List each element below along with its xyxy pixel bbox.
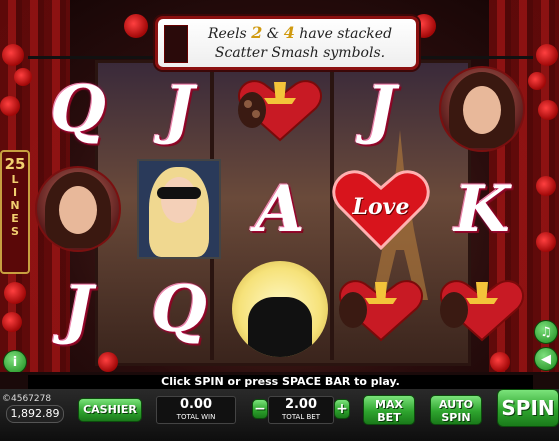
banner-text: Reels 2 & 4 have stacked Scatter Smash s… [192,23,408,63]
cashier-button[interactable]: CASHIER [78,398,142,422]
reel5-row1-symbol [432,60,532,158]
reel3-row2-symbol: A [230,160,330,258]
max-bet-label: BET [377,411,401,424]
banner-word: Reels [207,26,247,42]
symbol-q: Q [50,71,106,147]
rose-decoration [4,282,26,304]
bet-increase-button[interactable]: + [334,399,350,419]
account-id: ©4567278 [2,394,52,404]
total-bet-value: 2.00 [284,397,318,412]
balance-display: 1,892.89 [6,405,64,423]
reel-grid: Q J J A Love K J Q [28,60,533,360]
reel4-row1-symbol: J [331,60,431,158]
rose-decoration [536,232,556,252]
chocolate-heart-icon [339,280,423,342]
total-win-label: TOTAL WIN [176,413,216,421]
spin-button[interactable]: SPIN [497,389,559,427]
rose-decoration [0,96,20,116]
rose-decoration [538,100,558,120]
scatter-symbol-icon [164,25,188,63]
lines-letter: S [11,225,19,238]
banner-amp: & [266,26,280,42]
info-icon: i [12,354,18,370]
lines-letter: L [11,173,19,186]
rose-decoration [124,14,148,38]
reel3-row1-symbol [230,60,330,158]
auto-spin-button[interactable]: AUTO SPIN [430,395,482,425]
reel1-row2-symbol [28,160,128,258]
symbol-j: J [365,71,397,147]
banner-word: have stacked [299,26,393,42]
status-message: Click SPIN or press SPACE BAR to play. [28,375,533,389]
total-bet-display: 2.00 TOTAL BET [268,396,334,424]
reel1-row1-symbol: Q [28,60,128,158]
speaker-icon: ◀ [541,351,551,367]
auto-spin-label: AUTO [439,398,473,411]
info-button[interactable]: i [3,350,27,372]
chocolate-heart-icon [238,80,322,142]
lines-letter: E [11,212,19,225]
reel2-row3-symbol: Q [129,260,229,358]
reel5-row3-symbol [432,260,532,358]
woman-portrait-icon [35,166,121,252]
music-toggle-button[interactable]: ♫ [534,320,558,344]
max-bet-button[interactable]: MAX BET [363,395,415,425]
rose-decoration [2,44,24,66]
symbol-a: A [255,171,305,247]
lines-letter: N [10,199,20,212]
blonde-woman-icon [137,159,221,259]
total-win-value: 0.00 [179,397,213,412]
game-stage: Q J J A Love K J Q Reels 2 & 4 have stac… [0,0,559,372]
reel1-row3-symbol: J [28,260,128,358]
total-bet-label: TOTAL BET [282,413,320,421]
reel5-row2-symbol: K [432,160,532,258]
reel2-row2-symbol [129,159,229,259]
reel3-row3-symbol [230,260,330,358]
sound-toggle-button[interactable]: ◀ [534,347,558,371]
banner-reel-number: 2 [251,23,263,42]
symbol-j: J [163,71,195,147]
total-win-display: 0.00 TOTAL WIN [156,396,236,424]
symbol-q: Q [151,271,207,347]
feature-banner: Reels 2 & 4 have stacked Scatter Smash s… [155,16,419,70]
love-heart-icon: Love [331,166,431,252]
paylines-count: 25 [4,155,26,173]
symbol-j: J [62,271,94,347]
rose-decoration [536,176,556,196]
reel4-row2-symbol: Love [331,160,431,258]
love-text: Love [352,194,410,220]
woman-portrait-icon [439,66,525,152]
rose-decoration [536,44,558,66]
max-bet-label: MAX [375,398,403,411]
reel4-row3-symbol [331,260,431,358]
auto-spin-label: SPIN [441,411,471,424]
chocolate-heart-icon [440,280,524,342]
lines-letter: I [12,186,18,199]
reel2-row1-symbol: J [129,60,229,158]
paylines-indicator: 25 L I N E S [0,150,30,274]
banner-reel-number: 4 [283,23,295,42]
rose-decoration [2,312,22,332]
bet-decrease-button[interactable]: − [252,399,268,419]
moon-couple-icon [232,261,328,357]
banner-line2: Scatter Smash symbols. [214,45,386,61]
music-note-icon: ♫ [540,324,552,340]
symbol-k: K [454,171,510,247]
